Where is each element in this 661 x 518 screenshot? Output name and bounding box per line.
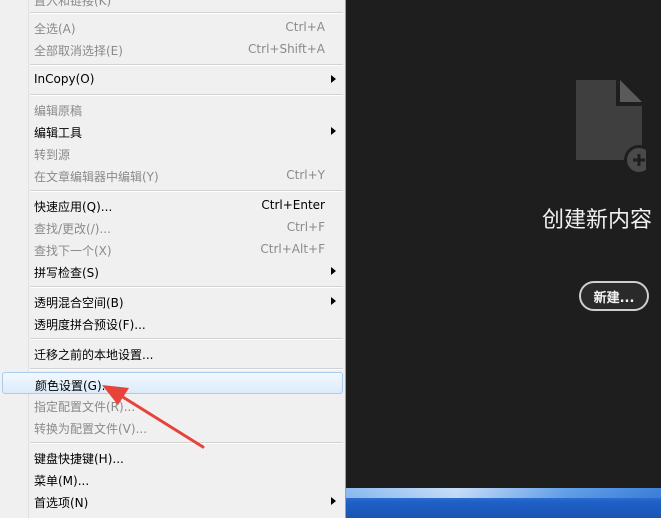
menu-item-find-next[interactable]: 查找下一个(X) Ctrl+Alt+F: [2, 238, 343, 260]
new-document-icon: [576, 80, 646, 175]
start-workspace: 创建新内容 新建...: [346, 0, 661, 518]
menu-separator: [30, 190, 343, 192]
menu-item-edit-original[interactable]: 编辑原稿: [2, 98, 343, 120]
menu-item-assign-profiles[interactable]: 指定配置文件(R)...: [2, 394, 343, 416]
menu-item-find-change[interactable]: 查找/更改(/)... Ctrl+F: [2, 216, 343, 238]
menu-item-quick-apply[interactable]: 快速应用(Q)... Ctrl+Enter: [2, 194, 343, 216]
menu-item-flattener-presets[interactable]: 透明度拼合预设(F)...: [2, 312, 343, 334]
chevron-right-icon: [331, 497, 336, 505]
edit-menu-dropdown: 置入和链接(K) 全选(A) Ctrl+A 全部取消选择(E) Ctrl+Shift…: [0, 0, 346, 518]
menu-item-color-settings[interactable]: 颜色设置(G)...: [2, 372, 343, 394]
menu-separator: [30, 442, 343, 444]
create-new-heading: 创建新内容: [542, 208, 653, 233]
chevron-right-icon: [331, 297, 336, 305]
taskbar: [346, 488, 661, 518]
new-document-button[interactable]: 新建...: [579, 281, 649, 311]
menu-item-keyboard-shortcuts[interactable]: 键盘快捷键(H)...: [2, 446, 343, 468]
menu-item-migrate-local-settings[interactable]: 迁移之前的本地设置...: [2, 342, 343, 364]
menu-separator: [30, 94, 343, 96]
menu-separator: [30, 338, 343, 340]
menu-item-select-all[interactable]: 全选(A) Ctrl+A: [2, 16, 343, 38]
menu-item-convert-to-profile[interactable]: 转换为配置文件(V)...: [2, 416, 343, 438]
menu-item-place-and-link[interactable]: 置入和链接(K): [2, 0, 343, 10]
menu-separator: [30, 286, 343, 288]
menu-item-menus[interactable]: 菜单(M)...: [2, 468, 343, 490]
menu-item-deselect-all[interactable]: 全部取消选择(E) Ctrl+Shift+A: [2, 38, 343, 60]
menu-separator: [30, 368, 343, 370]
menu-separator: [30, 12, 343, 14]
menu-separator: [30, 64, 343, 66]
chevron-right-icon: [331, 267, 336, 275]
menu-item-incopy[interactable]: InCopy(O): [2, 68, 343, 90]
menu-item-transparency-blend-space[interactable]: 透明混合空间(B): [2, 290, 343, 312]
menu-item-preferences[interactable]: 首选项(N): [2, 490, 343, 512]
menu-item-edit-with[interactable]: 编辑工具: [2, 120, 343, 142]
chevron-right-icon: [331, 127, 336, 135]
chevron-right-icon: [331, 75, 336, 83]
menu-item-spelling[interactable]: 拼写检查(S): [2, 260, 343, 282]
menu-item-edit-in-story-editor[interactable]: 在文章编辑器中编辑(Y) Ctrl+Y: [2, 164, 343, 186]
menu-item-go-to-source[interactable]: 转到源: [2, 142, 343, 164]
